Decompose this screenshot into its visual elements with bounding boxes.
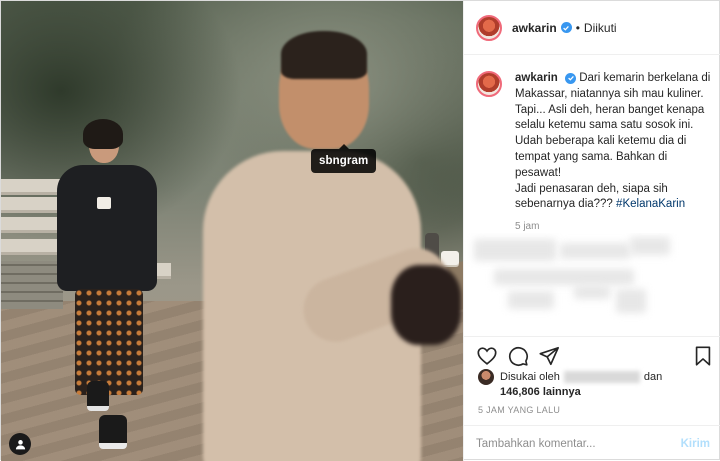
verified-badge-icon <box>560 22 572 33</box>
person-icon <box>15 439 25 449</box>
caption-block: awkarin Dari kemarin berkelana di Makass… <box>476 71 716 235</box>
likes-connector: dan <box>643 370 663 383</box>
caption-hashtag[interactable]: #KelanaKarin <box>616 198 685 210</box>
likes-others-link[interactable]: 146,806 lainnya <box>478 385 714 400</box>
likes-summary: Disukai oleh dan 146,806 lainnya <box>478 369 714 400</box>
comment-input[interactable] <box>476 437 681 450</box>
post-header: awkarin • Diikuti <box>464 1 720 55</box>
verified-badge-icon <box>565 72 577 84</box>
save-button[interactable] <box>692 345 714 367</box>
caption-avatar[interactable] <box>476 71 502 97</box>
post-timestamp[interactable]: 5 JAM YANG LALU <box>478 405 560 415</box>
liker-avatar[interactable] <box>478 369 494 385</box>
blurred-comments <box>464 233 720 329</box>
caption-text: Dari kemarin berkelana di Makassar, niat… <box>515 72 711 179</box>
likes-prefix: Disukai oleh <box>500 370 560 383</box>
heart-icon <box>477 347 497 365</box>
instagram-post: sbngram awkarin • Diikuti awkarin Dari k… <box>0 0 720 461</box>
submit-comment-button[interactable]: Kirim <box>681 438 710 450</box>
caption-username[interactable]: awkarin <box>515 72 558 84</box>
action-bar <box>464 336 720 372</box>
user-tag-bubble[interactable]: sbngram <box>311 144 377 173</box>
likes-count: 146,806 <box>500 386 540 398</box>
send-icon <box>539 346 559 366</box>
like-button[interactable] <box>476 345 498 367</box>
comment-composer: Kirim <box>464 425 720 461</box>
post-side-panel: awkarin • Diikuti awkarin Dari kemarin b… <box>463 1 720 461</box>
photo-stone-wall <box>1 261 63 309</box>
tagged-users-button[interactable] <box>9 433 31 455</box>
likes-suffix: lainnya <box>542 386 581 398</box>
comment-icon <box>508 346 528 366</box>
author-username[interactable]: awkarin <box>512 21 557 35</box>
comment-button[interactable] <box>507 345 529 367</box>
liker-username-blurred[interactable] <box>563 371 640 383</box>
caption-body: awkarin Dari kemarin berkelana di Makass… <box>515 71 711 235</box>
post-photo[interactable]: sbngram <box>1 1 463 461</box>
follow-status-button[interactable]: Diikuti <box>584 21 617 35</box>
share-button[interactable] <box>538 345 560 367</box>
header-separator: • <box>575 20 580 35</box>
photo-woman <box>57 165 157 291</box>
bookmark-icon <box>695 346 711 366</box>
author-avatar[interactable] <box>476 14 502 41</box>
